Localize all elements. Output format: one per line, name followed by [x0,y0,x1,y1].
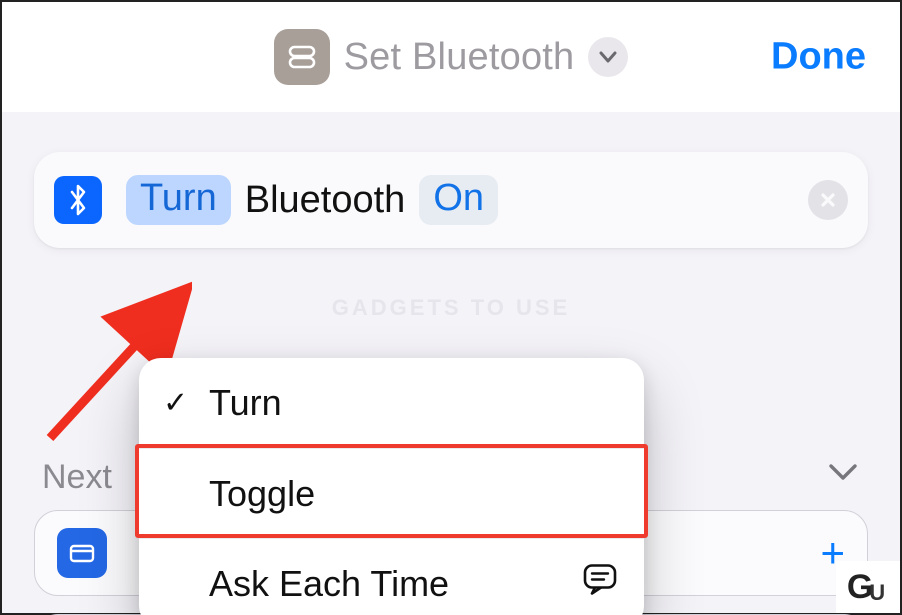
state-pill[interactable]: On [419,175,498,225]
close-icon [819,191,837,209]
bluetooth-icon [54,176,102,224]
editor-header: Set Bluetooth Done [2,2,900,112]
popover-option-toggle[interactable]: Toggle [139,448,644,538]
clear-action-button[interactable] [808,180,848,220]
chevron-down-icon [828,462,858,482]
popover-option-label: Ask Each Time [209,563,449,605]
checkmark-icon: ✓ [163,386,188,421]
speech-bubble-icon [582,562,618,605]
shortcut-icon [274,29,330,85]
operation-pill[interactable]: Turn [126,175,231,225]
popover-option-label: Turn [209,382,282,424]
editor-content: Turn Bluetooth On Next [2,112,900,613]
title-menu-button[interactable] [588,37,628,77]
done-button[interactable]: Done [771,36,866,79]
corner-logo: GU [836,561,900,613]
operation-popover: ✓ Turn Toggle Ask Each Time [139,358,644,615]
page-title: Set Bluetooth [344,36,575,79]
card-icon [57,528,107,578]
popover-option-ask-each-time[interactable]: Ask Each Time [139,538,644,615]
collapse-next-button[interactable] [828,462,858,487]
action-target-label: Bluetooth [245,179,406,222]
popover-option-turn[interactable]: ✓ Turn [139,358,644,448]
chevron-down-icon [598,47,618,67]
action-set-bluetooth[interactable]: Turn Bluetooth On [34,152,868,248]
next-action-label: Next [42,458,112,497]
popover-option-label: Toggle [209,473,315,515]
